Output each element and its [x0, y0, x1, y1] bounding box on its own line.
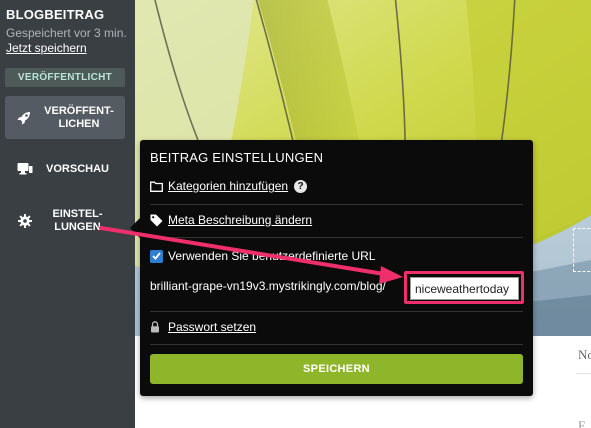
lock-icon — [150, 321, 164, 333]
divider — [576, 373, 591, 374]
folder-icon — [150, 181, 164, 192]
sidebar-item-settings[interactable]: EINSTEL- LUNGEN — [5, 206, 125, 236]
save-status: Gespeichert vor 3 min. Jetzt speichern — [6, 26, 131, 56]
add-categories-link[interactable]: Kategorien hinzufügen — [168, 179, 288, 193]
password-row: Passwort setzen — [150, 319, 523, 335]
rocket-icon — [11, 96, 37, 139]
publish-label-line2: LICHEN — [58, 117, 100, 130]
publish-button-label: VERÖFFENT- LICHEN — [37, 105, 125, 131]
monitor-icon — [14, 162, 36, 176]
custom-url-label: Verwenden Sie benutzerdefinierte URL — [168, 249, 376, 263]
meta-description-row: Meta Beschreibung ändern — [150, 212, 523, 228]
tag-icon — [150, 214, 164, 227]
divider — [150, 344, 523, 345]
url-prefix: brilliant-grape-vn19v3.mystrikingly.com/… — [150, 279, 386, 293]
placeholder-dashed-box — [573, 228, 591, 272]
annotation-highlight-box — [404, 271, 524, 304]
sidebar-title: BLOGBEITRAG — [6, 7, 105, 22]
status-badge: VERÖFFENTLICHT — [5, 68, 125, 87]
panel-pointer — [130, 218, 140, 238]
settings-label-line1: EINSTEL- — [52, 208, 103, 220]
save-button[interactable]: SPEICHERN — [150, 354, 523, 384]
settings-label-line2: LUNGEN — [54, 221, 101, 233]
set-password-link[interactable]: Passwort setzen — [168, 320, 256, 334]
panel-title: BEITRAG EINSTELLUNGEN — [150, 150, 324, 165]
help-icon[interactable]: ? — [294, 179, 308, 193]
custom-url-row: Verwenden Sie benutzerdefinierte URL — [150, 248, 523, 264]
sidebar-item-label: VORSCHAU — [46, 162, 109, 175]
divider — [150, 204, 523, 205]
post-settings-panel: BEITRAG EINSTELLUNGEN Kategorien hinzufü… — [130, 140, 533, 396]
categories-row: Kategorien hinzufügen ? — [150, 178, 523, 194]
divider — [150, 237, 523, 238]
custom-url-checkbox[interactable] — [150, 249, 163, 263]
sidebar-item-label: EINSTEL- LUNGEN — [36, 208, 125, 234]
content-peek-text: No — [578, 347, 591, 362]
edit-meta-description-link[interactable]: Meta Beschreibung ändern — [168, 213, 312, 227]
save-now-link[interactable]: Jetzt speichern — [6, 41, 87, 55]
editor-sidebar: BLOGBEITRAG Gespeichert vor 3 min. Jetzt… — [0, 0, 135, 428]
save-status-text: Gespeichert vor 3 min. — [6, 26, 127, 40]
content-peek-text: E — [578, 418, 586, 428]
sidebar-item-preview[interactable]: VORSCHAU — [5, 160, 125, 178]
divider — [150, 311, 523, 312]
publish-label-line1: VERÖFFENT- — [44, 104, 114, 117]
gear-icon — [14, 214, 36, 228]
publish-button[interactable]: VERÖFFENT- LICHEN — [5, 96, 125, 139]
